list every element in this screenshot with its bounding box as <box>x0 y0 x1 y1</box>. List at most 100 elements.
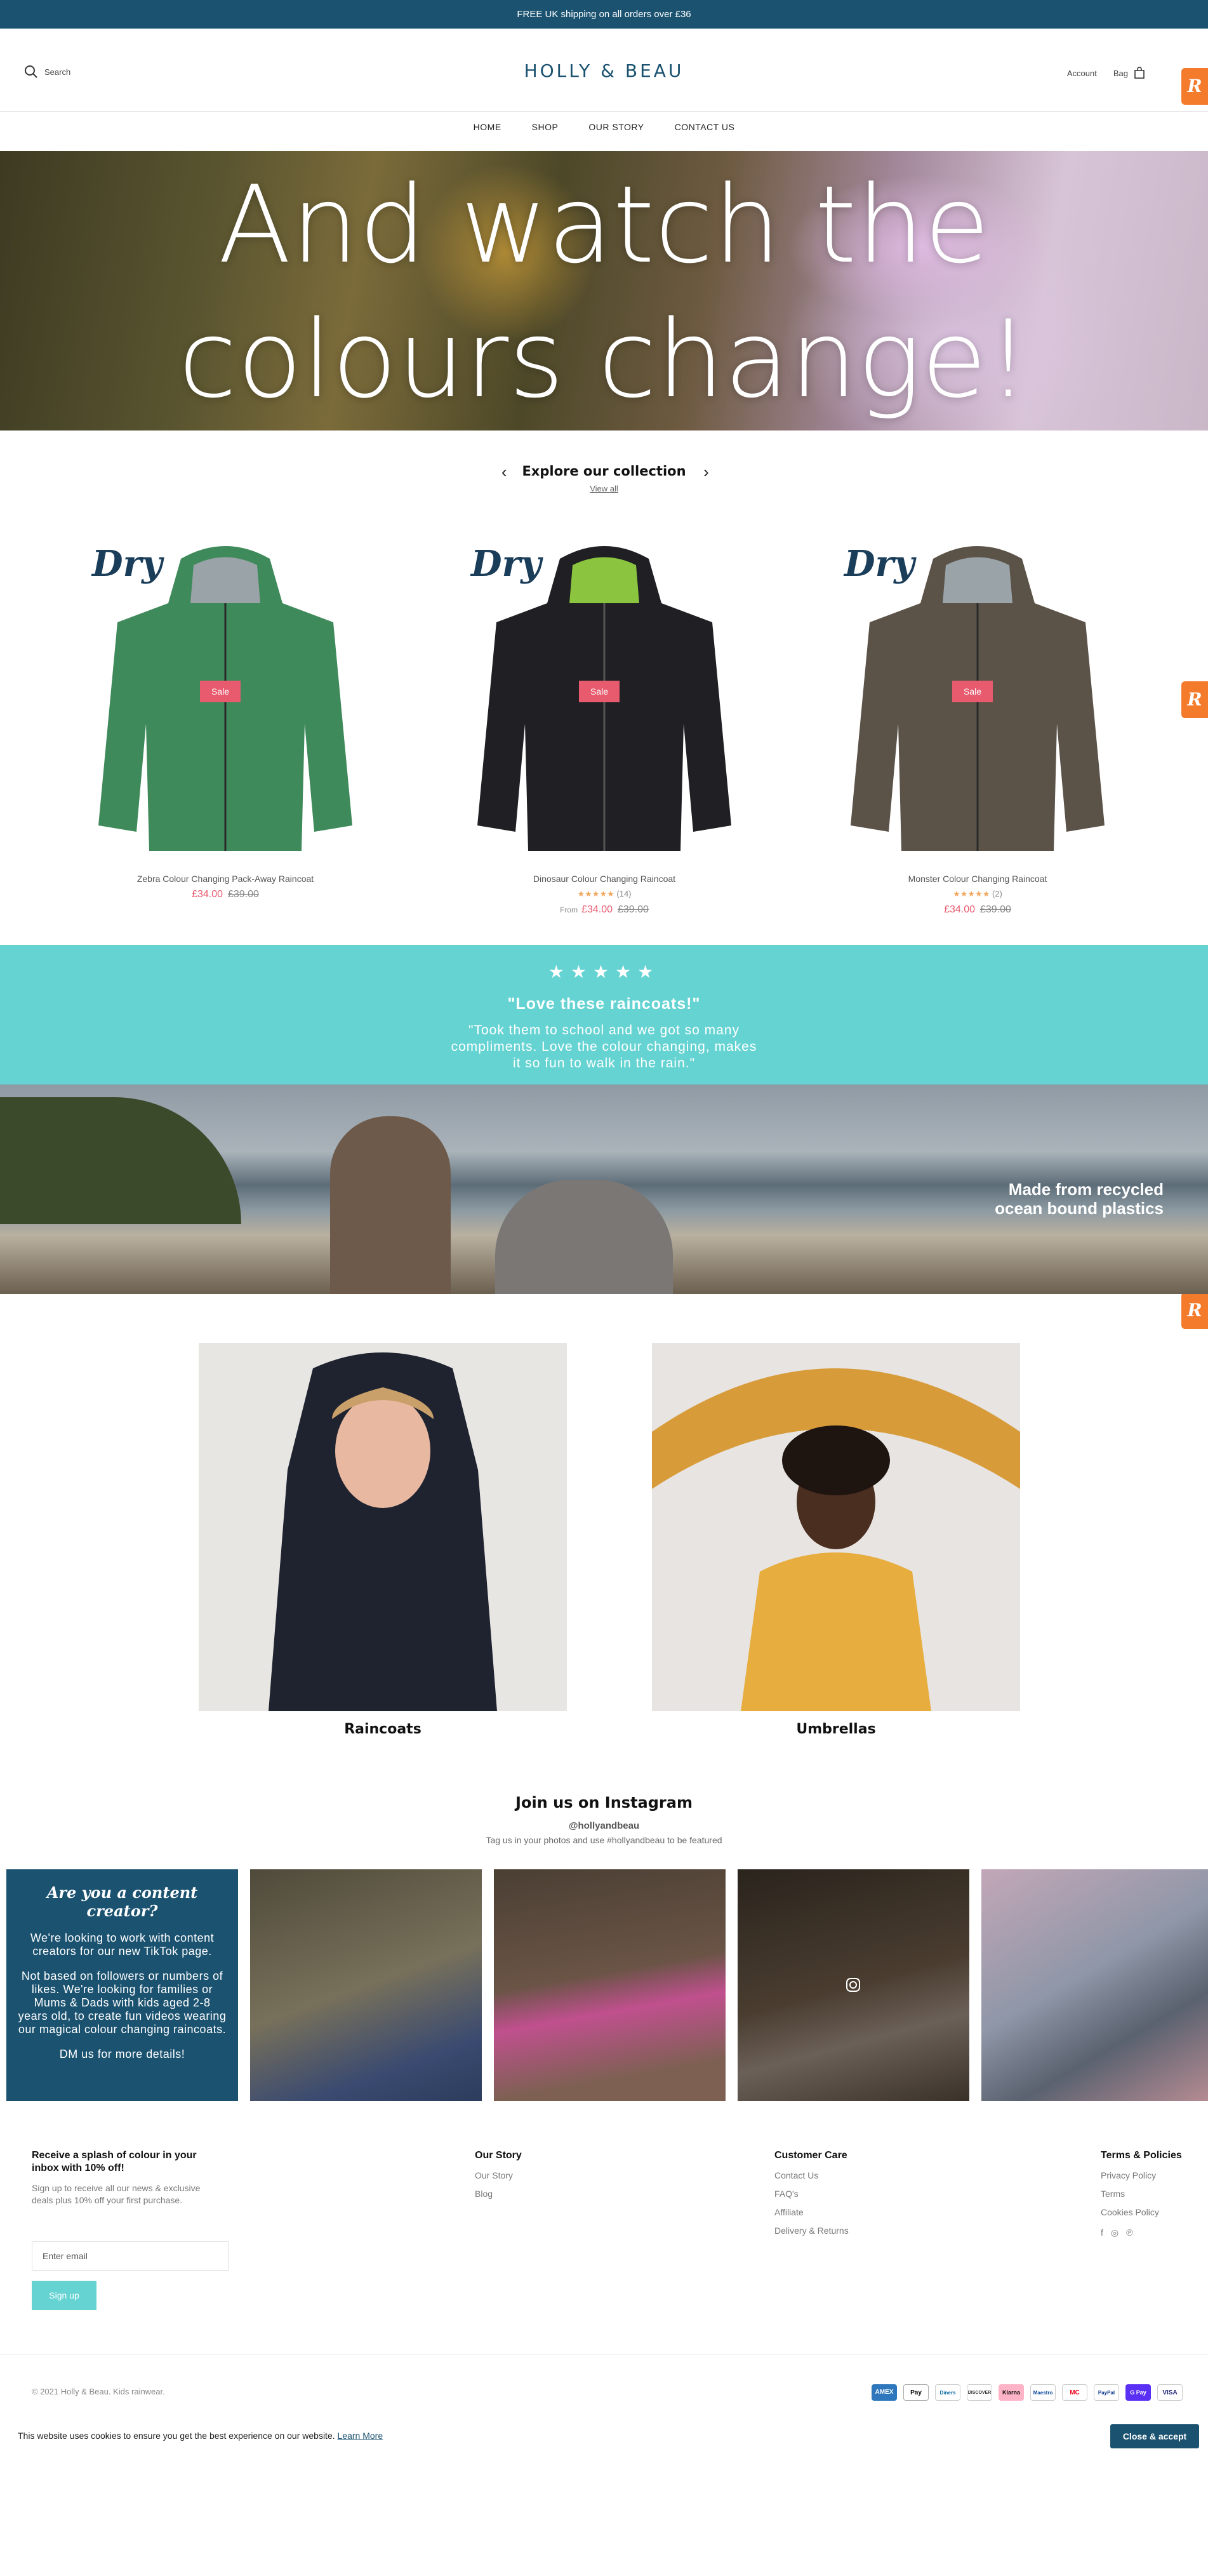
original-price: £39.00 <box>980 904 1011 915</box>
newsletter-column: Receive a splash of colour in your inbox… <box>32 2149 222 2206</box>
umbrella-child-image <box>652 1368 1020 1711</box>
hero-line-1: And watch the <box>218 163 990 287</box>
account-link[interactable]: Account <box>1067 69 1097 78</box>
bag-label: Bag <box>1113 68 1128 78</box>
product-card[interactable]: Dry Sale Dinosaur Colour Changing Rainco… <box>458 533 750 916</box>
category-label[interactable]: Raincoats <box>199 1721 567 1737</box>
mastercard-icon: MC <box>1062 2384 1087 2401</box>
footer-link-terms[interactable]: Terms <box>1101 2188 1182 2200</box>
nav-home[interactable]: HOME <box>474 122 501 132</box>
discover-icon: DISCOVER <box>967 2384 992 2401</box>
footer-link-cookies[interactable]: Cookies Policy <box>1101 2206 1182 2219</box>
category-image[interactable] <box>652 1343 1020 1711</box>
product-image[interactable]: Dry Sale <box>79 533 371 864</box>
learn-more-link[interactable]: Learn More <box>338 2431 383 2441</box>
content-creator-tile[interactable]: Are you a content creator? We're looking… <box>6 1869 238 2101</box>
review-count: (14) <box>616 889 632 898</box>
signup-button[interactable]: Sign up <box>32 2281 96 2310</box>
original-price: £39.00 <box>618 904 649 915</box>
product-price: £34.00 £39.00 <box>79 889 371 900</box>
product-card[interactable]: Dry Sale Zebra Colour Changing Pack-Away… <box>79 533 371 900</box>
category-image[interactable] <box>199 1343 567 1711</box>
category-label[interactable]: Umbrellas <box>652 1721 1020 1737</box>
instagram-photo[interactable] <box>981 1869 1208 2101</box>
footer-link-contact[interactable]: Contact Us <box>774 2170 849 2182</box>
reward-widget-button-2[interactable]: R <box>1181 681 1208 718</box>
product-name[interactable]: Zebra Colour Changing Pack-Away Raincoat <box>79 874 371 884</box>
site-footer: Receive a splash of colour in your inbox… <box>0 2149 1208 2352</box>
footer-link-our-story[interactable]: Our Story <box>475 2170 522 2182</box>
instagram-photo[interactable] <box>738 1869 969 2101</box>
nav-our-story[interactable]: OUR STORY <box>588 122 644 132</box>
category-card-raincoats[interactable]: Raincoats <box>199 1343 567 1737</box>
collection-header: Explore our collection View all <box>0 464 1208 493</box>
care-title: Customer Care <box>774 2150 847 2161</box>
rating: ★★★★★ (2) <box>832 889 1124 899</box>
reward-icon: R <box>1187 1300 1202 1321</box>
footer-link-delivery[interactable]: Delivery & Returns <box>774 2225 849 2237</box>
creator-text-2: Not based on followers or numbers of lik… <box>18 1970 227 2036</box>
footer-link-blog[interactable]: Blog <box>475 2188 522 2200</box>
nav-shop[interactable]: SHOP <box>532 122 559 132</box>
facebook-icon[interactable]: f <box>1101 2227 1103 2238</box>
product-image[interactable]: Dry Sale <box>458 533 750 864</box>
hero-line-2: colours change! <box>178 297 1030 422</box>
instagram-photo[interactable] <box>494 1869 726 2101</box>
view-all-link[interactable]: View all <box>0 484 1208 493</box>
announcement-bar: FREE UK shipping on all orders over £36 <box>0 0 1208 29</box>
testimonial-quote: "Took them to school and we got so many … <box>451 1023 757 1071</box>
pinterest-icon[interactable]: ℗ <box>1126 2227 1132 2238</box>
instagram-icon[interactable]: ◎ <box>1111 2227 1118 2238</box>
site-header: Search HOLLY & BEAU Account Bag HOME SHO… <box>0 29 1208 132</box>
banner-image-hill <box>0 1097 241 1224</box>
email-input[interactable]: Enter email <box>32 2241 229 2271</box>
klarna-icon: Klarna <box>999 2384 1024 2401</box>
collection-title: Explore our collection <box>522 464 686 479</box>
product-price: From £34.00 £39.00 <box>458 904 750 916</box>
recycled-banner: Made from recycled ocean bound plastics <box>0 1084 1208 1294</box>
product-name[interactable]: Dinosaur Colour Changing Raincoat <box>458 874 750 884</box>
nav-contact-us[interactable]: CONTACT US <box>675 122 735 132</box>
dry-badge: Dry <box>92 543 163 585</box>
category-card-umbrellas[interactable]: Umbrellas <box>652 1343 1020 1737</box>
story-column: Our Story Our Story Blog <box>475 2149 522 2200</box>
customer-care-column: Customer Care Contact Us FAQ's Affiliate… <box>774 2149 849 2237</box>
apple-pay-icon: Pay <box>903 2384 929 2401</box>
footer-bottom: © 2021 Holly & Beau. Kids rainwear. AMEX… <box>0 2354 1208 2418</box>
instagram-icon <box>846 1978 860 1992</box>
bag-link[interactable]: Bag <box>1113 67 1146 79</box>
footer-link-affiliate[interactable]: Affiliate <box>774 2206 849 2219</box>
cookie-text: This website uses cookies to ensure you … <box>18 2431 383 2441</box>
paypal-icon: PayPal <box>1094 2384 1119 2401</box>
product-card[interactable]: Dry Sale Monster Colour Changing Raincoa… <box>832 533 1124 916</box>
payment-methods: AMEX Pay Diners DISCOVER Klarna Maestro … <box>872 2384 1183 2401</box>
reward-widget-button[interactable]: R <box>1181 68 1208 105</box>
instagram-photo[interactable] <box>250 1869 482 2101</box>
instagram-subtitle: Tag us in your photos and use #hollyandb… <box>486 1835 722 1845</box>
story-title: Our Story <box>475 2150 522 2161</box>
testimonial-stars: ★★★★★ <box>548 962 660 982</box>
terms-title: Terms & Policies <box>1101 2150 1182 2161</box>
hero-banner: And watch the colours change! <box>0 151 1208 430</box>
instagram-handle[interactable]: @hollyandbeau <box>0 1820 1208 1831</box>
footer-link-faqs[interactable]: FAQ's <box>774 2188 849 2200</box>
footer-link-privacy[interactable]: Privacy Policy <box>1101 2170 1182 2182</box>
amex-icon: AMEX <box>872 2384 897 2401</box>
original-price: £39.00 <box>228 889 259 900</box>
review-count: (2) <box>992 889 1002 898</box>
dry-badge: Dry <box>844 543 915 585</box>
reward-widget-button-3[interactable]: R <box>1181 1292 1208 1329</box>
main-nav: HOME SHOP OUR STORY CONTACT US <box>0 111 1208 142</box>
product-image[interactable]: Dry Sale <box>832 533 1124 864</box>
product-name[interactable]: Monster Colour Changing Raincoat <box>832 874 1124 884</box>
close-accept-button[interactable]: Close & accept <box>1110 2424 1199 2448</box>
creator-title: Are you a content creator? <box>46 1883 198 1920</box>
newsletter-title: Receive a splash of colour in your inbox… <box>32 2150 197 2173</box>
shop-pay-icon: G Pay <box>1125 2384 1151 2401</box>
recycled-line-1: Made from recycled <box>1008 1180 1164 1199</box>
product-price: £34.00 £39.00 <box>832 904 1124 916</box>
site-logo[interactable]: HOLLY & BEAU <box>0 60 1208 81</box>
copyright: © 2021 Holly & Beau. Kids rainwear. <box>32 2387 165 2396</box>
bag-icon <box>1134 67 1145 79</box>
social-links: f ◎ ℗ <box>1101 2227 1182 2238</box>
